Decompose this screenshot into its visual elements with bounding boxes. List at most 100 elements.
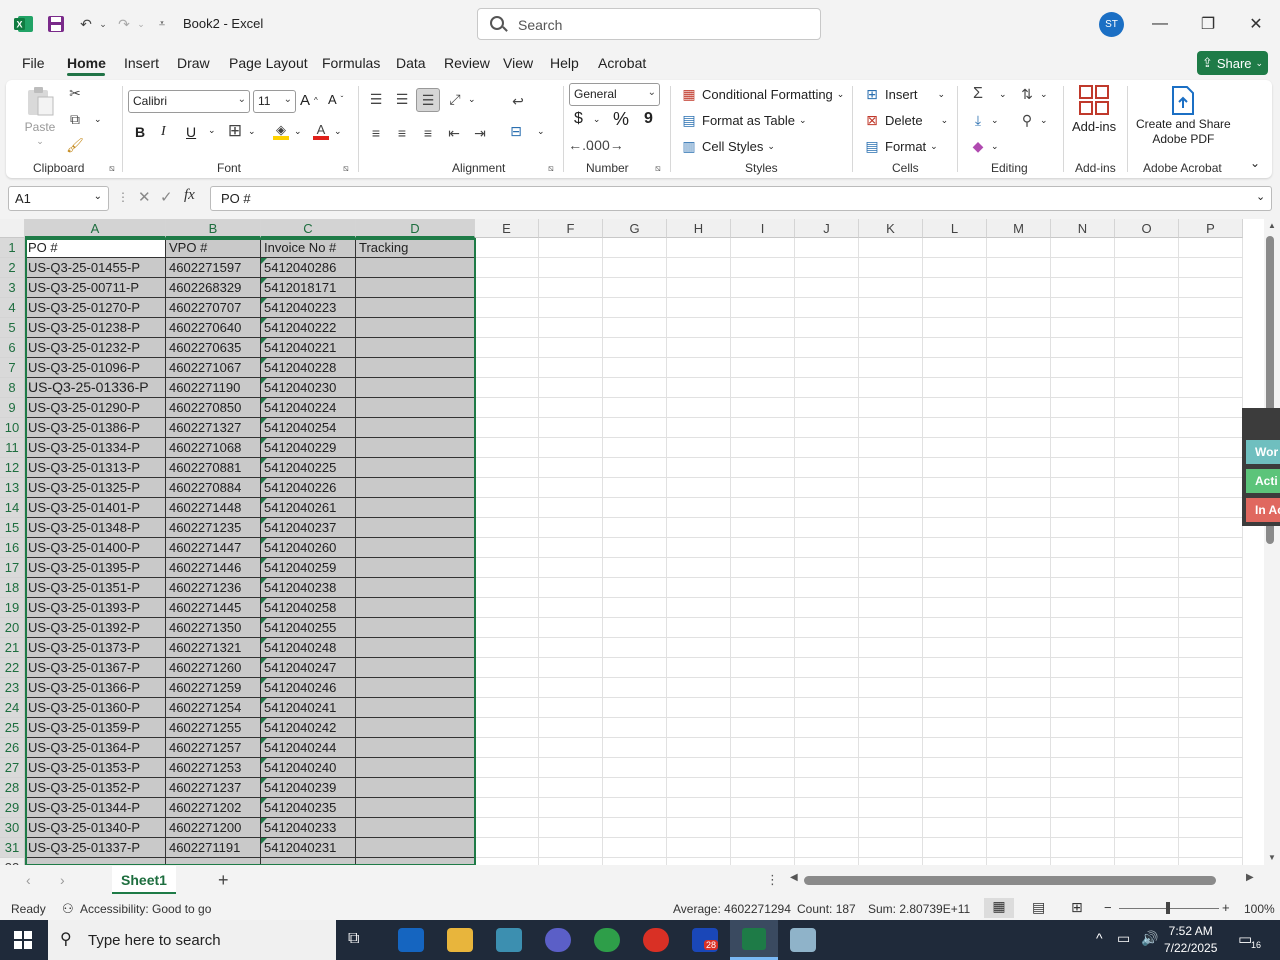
row-header[interactable]: 13	[0, 478, 25, 498]
cell[interactable]	[731, 238, 795, 258]
cell[interactable]	[667, 718, 731, 738]
cell[interactable]: 4602271191	[166, 838, 261, 858]
cell[interactable]	[987, 418, 1051, 438]
zoom-slider-thumb[interactable]	[1166, 902, 1170, 914]
cell[interactable]: 4602271235	[166, 518, 261, 538]
autosum-button[interactable]: Σ ⌄	[969, 85, 1007, 103]
cell[interactable]	[1051, 618, 1115, 638]
cell[interactable]: 5412040226	[261, 478, 356, 498]
cell[interactable]: 4602271445	[166, 598, 261, 618]
cell[interactable]	[1051, 318, 1115, 338]
cell[interactable]: US-Q3-25-01340-P	[25, 818, 166, 838]
dialog-launcher-icon[interactable]: ⧅	[109, 163, 115, 174]
cell[interactable]	[539, 498, 603, 518]
cell[interactable]	[859, 658, 923, 678]
cell[interactable]	[1115, 458, 1179, 478]
cell[interactable]	[987, 578, 1051, 598]
cell[interactable]: US-Q3-25-01392-P	[25, 618, 166, 638]
cell[interactable]	[731, 298, 795, 318]
cancel-icon[interactable]: ✕	[138, 188, 151, 206]
cell[interactable]: 4602271260	[166, 658, 261, 678]
cell[interactable]: 5412040239	[261, 778, 356, 798]
sort-filter-button[interactable]: ⇅ ⌄	[1018, 85, 1047, 103]
tab-formulas[interactable]: Formulas	[322, 55, 380, 71]
cell[interactable]	[475, 278, 539, 298]
cell[interactable]	[795, 538, 859, 558]
cell[interactable]	[795, 358, 859, 378]
cell[interactable]	[475, 598, 539, 618]
cell[interactable]: US-Q3-25-01367-P	[25, 658, 166, 678]
cell[interactable]	[923, 378, 987, 398]
cell[interactable]: 4602271236	[166, 578, 261, 598]
cell[interactable]	[667, 398, 731, 418]
cell[interactable]	[923, 538, 987, 558]
volume-icon[interactable]: 🔊	[1141, 930, 1158, 947]
cell[interactable]	[731, 318, 795, 338]
share-button[interactable]: ⇪ Share ⌄	[1197, 51, 1268, 75]
cell[interactable]: 5412040248	[261, 638, 356, 658]
row-header[interactable]: 15	[0, 518, 25, 538]
cell[interactable]	[987, 438, 1051, 458]
cell[interactable]	[1051, 518, 1115, 538]
cell[interactable]	[1051, 298, 1115, 318]
cell[interactable]	[1051, 538, 1115, 558]
cell[interactable]	[475, 398, 539, 418]
row-header[interactable]: 24	[0, 698, 25, 718]
cell[interactable]	[667, 258, 731, 278]
cell[interactable]	[731, 398, 795, 418]
tab-page-layout[interactable]: Page Layout	[229, 55, 308, 71]
zoom-level[interactable]: 100%	[1244, 902, 1275, 916]
cell[interactable]	[356, 378, 475, 398]
close-icon[interactable]: ✕	[1244, 12, 1268, 36]
cell[interactable]	[1051, 498, 1115, 518]
cell[interactable]	[731, 778, 795, 798]
minimize-icon[interactable]: —	[1148, 12, 1172, 36]
cell[interactable]	[795, 858, 859, 865]
cell[interactable]	[987, 338, 1051, 358]
cell[interactable]	[475, 318, 539, 338]
cell[interactable]	[795, 558, 859, 578]
cell[interactable]	[539, 838, 603, 858]
cell[interactable]	[1179, 278, 1243, 298]
cell[interactable]	[667, 758, 731, 778]
cell[interactable]	[539, 438, 603, 458]
align-top-button[interactable]: ☰	[367, 90, 385, 108]
cell[interactable]	[667, 338, 731, 358]
cell[interactable]	[731, 358, 795, 378]
cell[interactable]	[1115, 498, 1179, 518]
cell[interactable]	[667, 638, 731, 658]
cell[interactable]	[731, 618, 795, 638]
name-box[interactable]: A1 ⌄	[8, 186, 109, 211]
cell[interactable]	[1115, 318, 1179, 338]
cell[interactable]	[987, 558, 1051, 578]
cell[interactable]: 5412040228	[261, 358, 356, 378]
cell[interactable]	[603, 478, 667, 498]
cell[interactable]: 5412040233	[261, 818, 356, 838]
cell[interactable]	[603, 258, 667, 278]
cell[interactable]	[731, 418, 795, 438]
cell[interactable]: 4602271257	[166, 738, 261, 758]
cell[interactable]	[923, 338, 987, 358]
cell[interactable]	[603, 738, 667, 758]
cell[interactable]	[603, 598, 667, 618]
cell[interactable]	[356, 658, 475, 678]
side-tab-inactive[interactable]: In Ac	[1246, 498, 1280, 522]
cell[interactable]	[539, 278, 603, 298]
cell[interactable]	[1051, 698, 1115, 718]
cell[interactable]: 5412040221	[261, 338, 356, 358]
chrome-icon[interactable]	[594, 928, 620, 952]
zoho-icon[interactable]: 28	[692, 928, 719, 952]
cell[interactable]	[1115, 558, 1179, 578]
cell[interactable]	[539, 238, 603, 258]
cell[interactable]	[731, 838, 795, 858]
cell[interactable]	[603, 358, 667, 378]
cell[interactable]	[1051, 478, 1115, 498]
cell[interactable]	[987, 698, 1051, 718]
cell[interactable]	[987, 398, 1051, 418]
cell[interactable]	[667, 518, 731, 538]
cell[interactable]	[356, 518, 475, 538]
cell[interactable]	[1051, 238, 1115, 258]
cell[interactable]	[667, 358, 731, 378]
cell[interactable]: 4602270881	[166, 458, 261, 478]
task-view-icon[interactable]: ⧉	[348, 930, 359, 948]
